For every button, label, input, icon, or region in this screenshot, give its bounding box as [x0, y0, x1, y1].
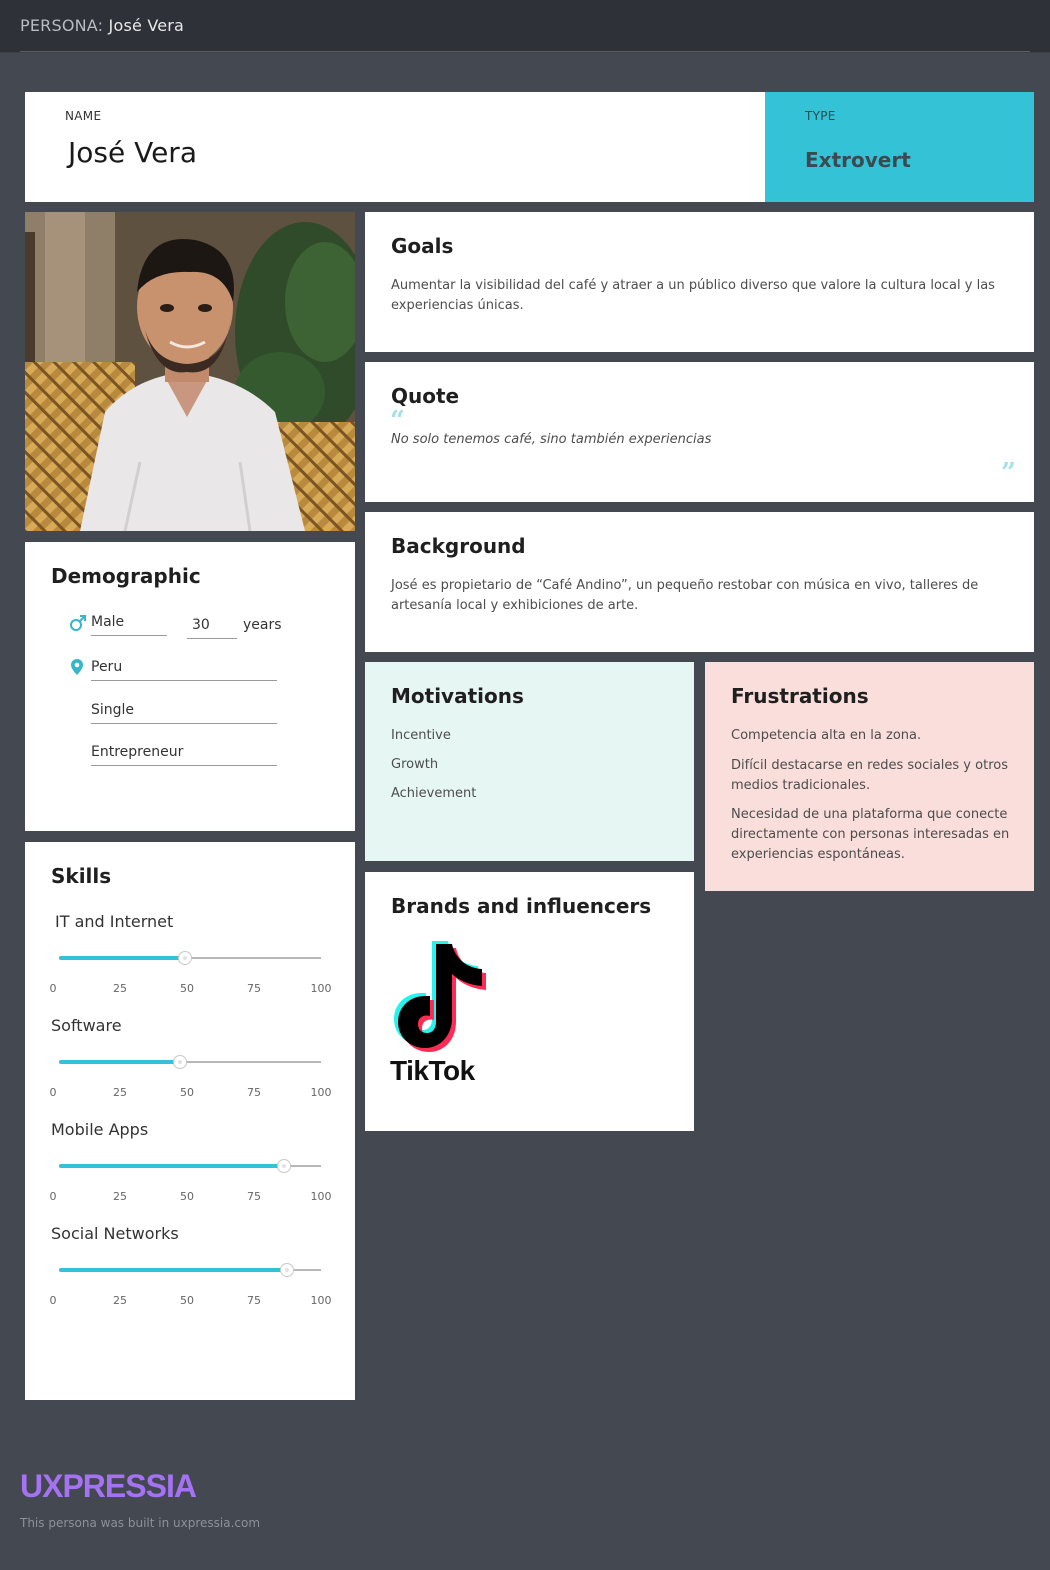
page-title: PERSONA: José Vera: [20, 16, 184, 35]
frustration-item[interactable]: Competencia alta en la zona.: [731, 726, 1016, 746]
brands-title: Brands and influencers: [391, 894, 652, 918]
status-field[interactable]: Single: [91, 702, 277, 724]
divider: [20, 51, 1030, 52]
skill-tick-label: 0: [49, 1294, 57, 1307]
age-field[interactable]: 30: [187, 617, 237, 639]
close-quote-icon: ”: [1001, 458, 1016, 488]
goals-text[interactable]: Aumentar la visibilidad del café y atrae…: [391, 276, 1011, 316]
skill-tick-label: 0: [49, 982, 57, 995]
skill-tick-label: 100: [310, 1294, 332, 1307]
frustration-item[interactable]: Difícil destacarse en redes sociales y o…: [731, 756, 1016, 796]
goals-title: Goals: [391, 234, 454, 258]
uxpressia-logo[interactable]: UXPRESSIA: [20, 1468, 197, 1505]
skill-tick-label: 50: [180, 1294, 194, 1307]
tiktok-logo-text: TikTok: [390, 1055, 475, 1086]
page-title-prefix: PERSONA:: [20, 16, 104, 35]
skill-tick-label: 100: [310, 982, 332, 995]
goals-card: Goals Aumentar la visibilidad del café y…: [365, 212, 1034, 352]
motivation-item[interactable]: Incentive: [391, 726, 451, 746]
motivations-card: Motivations Incentive Growth Achievement: [365, 662, 694, 861]
quote-card: Quote “ No solo tenemos café, sino tambi…: [365, 362, 1034, 502]
tiktok-logo[interactable]: TikTok: [390, 936, 500, 1088]
skill-tick-label: 50: [180, 1086, 194, 1099]
skill-tick-label: 0: [49, 1190, 57, 1203]
skill-slider-thumb[interactable]: [177, 951, 192, 965]
skill-slider-fill: [59, 1268, 287, 1272]
frustrations-title: Frustrations: [731, 684, 869, 708]
top-bar: PERSONA: José Vera: [0, 0, 1050, 53]
skill-slider-fill: [59, 1164, 285, 1168]
location-pin-icon: [71, 659, 83, 675]
skill-tick-label: 50: [180, 1190, 194, 1203]
occupation-field[interactable]: Entrepreneur: [91, 744, 277, 766]
skill-tick-label: 50: [180, 982, 194, 995]
frustration-item[interactable]: Necesidad de una plataforma que conecte …: [731, 805, 1016, 865]
skill-tick-label: 100: [310, 1190, 332, 1203]
quote-title: Quote: [391, 384, 460, 408]
name-card: NAME José Vera: [25, 92, 765, 202]
background-title: Background: [391, 534, 526, 558]
name-value[interactable]: José Vera: [68, 136, 197, 169]
skill-tick-label: 75: [247, 1294, 261, 1307]
name-label: NAME: [65, 109, 102, 123]
skill-tick-label: 0: [49, 1086, 57, 1099]
demographic-title: Demographic: [51, 564, 201, 588]
skill-slider-fill: [59, 1060, 180, 1064]
motivation-item[interactable]: Achievement: [391, 784, 476, 804]
skill-slider-thumb[interactable]: [172, 1055, 187, 1069]
skill-slider-thumb[interactable]: [277, 1159, 292, 1173]
skills-card: Skills IT and Internet 0 25 50 75 100 Software…: [25, 842, 355, 1400]
skill-tick-label: 25: [113, 1294, 127, 1307]
background-text[interactable]: José es propietario de “Café Andino”, un…: [391, 576, 1011, 616]
skill-label: Software: [51, 1016, 122, 1035]
skill-label: IT and Internet: [55, 912, 174, 931]
motivations-title: Motivations: [391, 684, 524, 708]
type-card: TYPE Extrovert: [765, 92, 1034, 202]
male-icon: [70, 615, 86, 631]
skill-tick-label: 100: [310, 1086, 332, 1099]
skill-label: Social Networks: [51, 1224, 179, 1243]
quote-text[interactable]: No solo tenemos café, sino también exper…: [391, 432, 711, 447]
skill-tick-label: 25: [113, 1086, 127, 1099]
background-card: Background José es propietario de “Café …: [365, 512, 1034, 652]
skill-tick-label: 75: [247, 1190, 261, 1203]
brands-card: Brands and influencers TikTok: [365, 872, 694, 1131]
skills-title: Skills: [51, 864, 112, 888]
persona-photo[interactable]: [25, 212, 355, 531]
skill-tick-label: 75: [247, 982, 261, 995]
gender-field[interactable]: Male: [91, 614, 167, 636]
type-label: TYPE: [805, 109, 836, 123]
footer-note[interactable]: This persona was built in uxpressia.com: [20, 1516, 260, 1530]
age-unit: years: [243, 617, 282, 633]
skill-slider-thumb[interactable]: [279, 1263, 294, 1277]
skill-tick-label: 75: [247, 1086, 261, 1099]
skill-tick-label: 25: [113, 982, 127, 995]
tiktok-icon: [394, 941, 486, 1052]
type-value[interactable]: Extrovert: [805, 148, 911, 172]
skill-label: Mobile Apps: [51, 1120, 149, 1139]
skill-slider-fill: [59, 956, 185, 960]
location-field[interactable]: Peru: [91, 659, 277, 681]
demographic-card: Demographic Male 30 years Peru Single En…: [25, 542, 355, 831]
page-title-name: José Vera: [108, 16, 185, 35]
skill-tick-label: 25: [113, 1190, 127, 1203]
frustrations-card: Frustrations Competencia alta en la zona…: [705, 662, 1034, 891]
motivation-item[interactable]: Growth: [391, 755, 438, 775]
